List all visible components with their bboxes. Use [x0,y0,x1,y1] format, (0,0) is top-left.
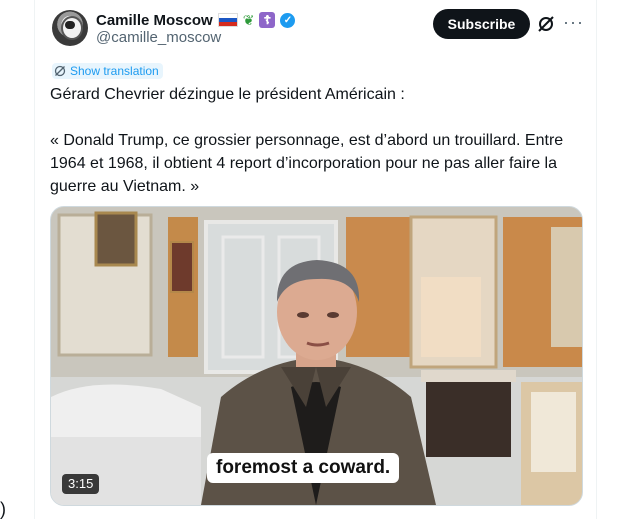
tweet-text: Gérard Chevrier dézingue le président Am… [50,83,585,198]
verified-badge-icon[interactable]: ✓ [280,12,296,28]
translate-icon [54,65,66,77]
video-caption: foremost a coward. [207,453,400,483]
more-options-icon[interactable]: ··· [563,12,583,32]
video-player[interactable]: foremost a coward. 3:15 [50,206,583,506]
tweet-line-quote: « Donald Trump, ce grossier personnage, … [50,132,564,195]
orthodox-cross-icon: ☦ [259,12,276,28]
author-display-name[interactable]: Camille Moscow [96,12,213,29]
video-duration: 3:15 [62,474,100,494]
card-right-border [596,0,597,519]
olive-branch-icon: ❦ [242,11,255,28]
card-left-border [34,0,35,519]
tweet-line-intro: Gérard Chevrier dézingue le président Am… [50,86,405,103]
russia-flag-icon [217,13,238,27]
avatar[interactable] [52,10,88,46]
author-handle[interactable]: @camille_moscow [96,29,221,46]
author-name-row: Camille Moscow ❦ ☦ ✓ [96,10,296,30]
subscribe-button[interactable]: Subscribe [433,9,530,39]
partial-glyph: ) [0,499,6,519]
show-translation-link[interactable]: Show translation [52,63,163,79]
show-translation-label: Show translation [70,64,159,78]
grok-icon[interactable] [536,14,556,34]
